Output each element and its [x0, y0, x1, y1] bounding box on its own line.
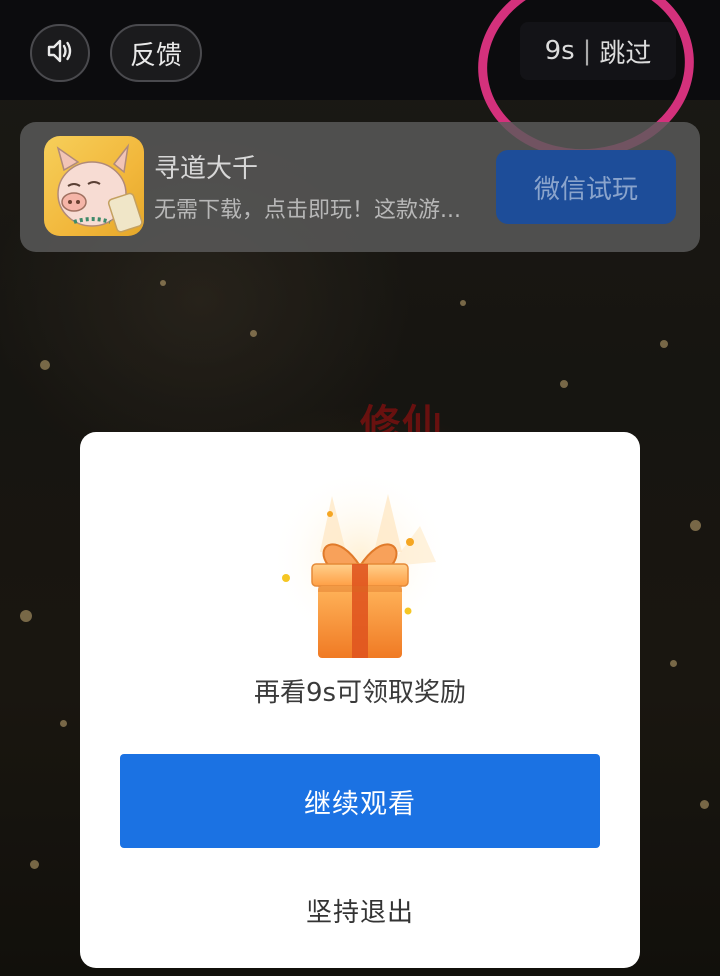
ad-app-description: 无需下载，点击即玩！这款游...	[154, 198, 461, 223]
ad-app-title: 寻道大千	[154, 154, 259, 184]
sound-toggle-button[interactable]	[30, 24, 90, 82]
speaker-icon	[45, 36, 75, 70]
insist-exit-button[interactable]: 坚持退出	[220, 880, 500, 940]
feedback-button[interactable]: 反馈	[110, 24, 202, 82]
wechat-trial-button[interactable]: 微信试玩	[496, 150, 676, 224]
pig-character-app-icon[interactable]	[44, 136, 144, 236]
reward-dialog: 再看9s可领取奖励 继续观看 坚持退出	[80, 432, 640, 968]
gift-box-icon	[260, 466, 460, 666]
continue-watching-button[interactable]: 继续观看	[120, 754, 600, 848]
ad-banner-card[interactable]: 寻道大千 无需下载，点击即玩！这款游... 微信试玩	[20, 122, 700, 252]
reward-message: 再看9s可领取奖励	[253, 678, 467, 708]
